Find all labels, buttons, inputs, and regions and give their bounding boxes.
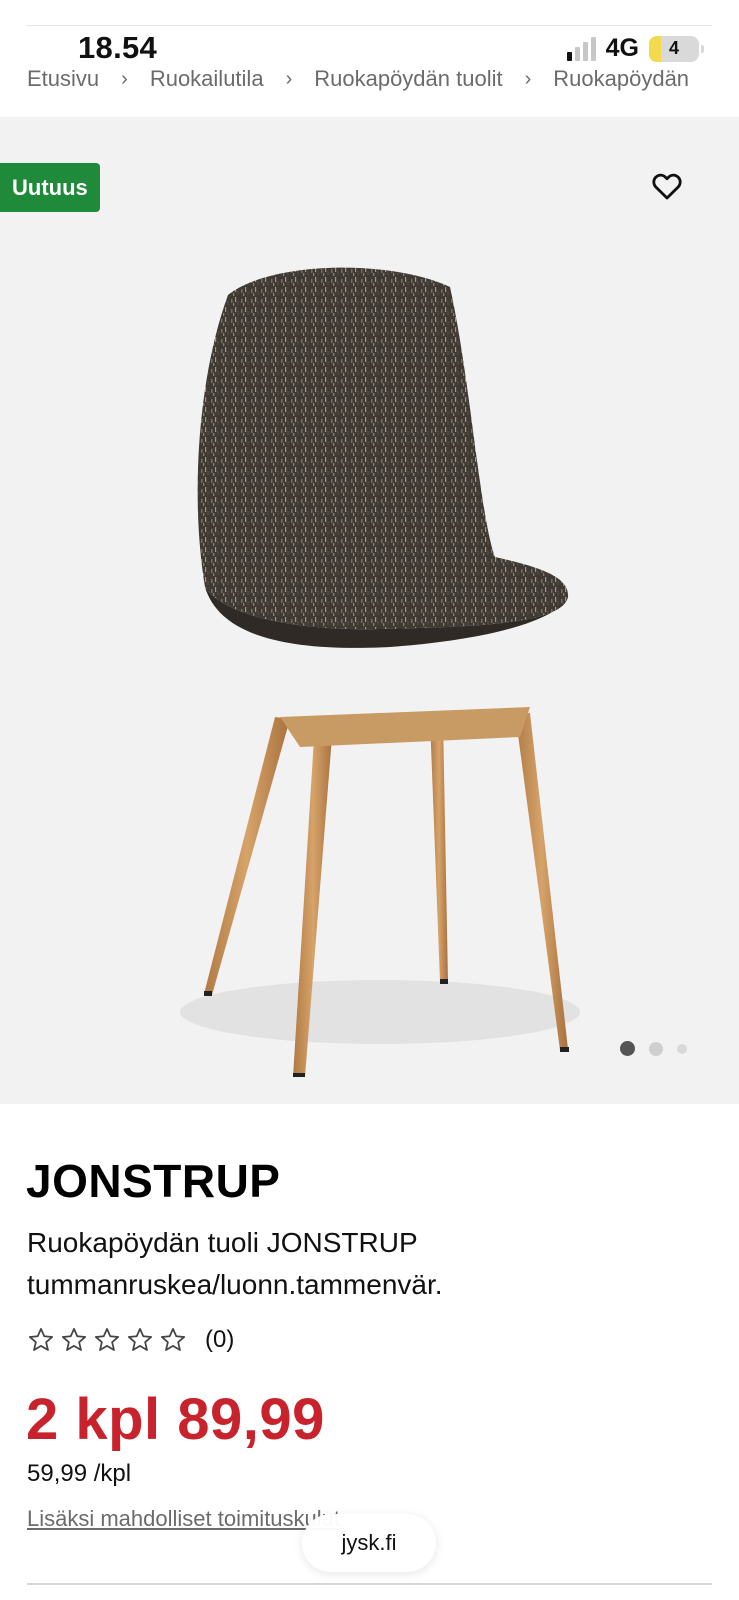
browser-url-bar[interactable]: jysk.fi: [302, 1514, 436, 1572]
star-outline-icon: [28, 1328, 54, 1351]
breadcrumb-item-ruokapoydan[interactable]: Ruokapöydän: [553, 66, 689, 92]
star-outline-icon: [61, 1328, 87, 1351]
status-time: 18.54: [78, 30, 158, 65]
breadcrumb-item-ruokailutila[interactable]: Ruokailutila: [150, 66, 264, 92]
gallery-dot-3[interactable]: [677, 1043, 687, 1054]
delivery-costs-link[interactable]: Lisäksi mahdolliset toimituskulut: [27, 1506, 340, 1532]
status-indicators: 4G 4: [566, 34, 704, 63]
breadcrumb-item-ruokapoydan-tuolit[interactable]: Ruokapöydän tuolit: [314, 66, 502, 92]
product-page: 18.54 4G 4 Etusivu › Ruokailutila › Ruok…: [0, 0, 739, 1600]
gallery-dot-2[interactable]: [649, 1041, 663, 1056]
product-description: Ruokapöydän tuoli JONSTRUP tummanruskea/…: [27, 1227, 443, 1300]
section-divider: [27, 1583, 712, 1585]
breadcrumb-separator-icon: ›: [121, 67, 128, 90]
rating-count: (0): [205, 1326, 235, 1353]
star-outline-icon: [160, 1328, 186, 1351]
star-outline-icon: [94, 1328, 120, 1351]
signal-icon: [566, 36, 596, 61]
network-label: 4G: [605, 34, 639, 62]
unit-price: 59,99 /kpl: [27, 1460, 132, 1487]
new-badge: Uutuus: [0, 163, 100, 212]
heart-outline-icon[interactable]: [650, 169, 684, 203]
gallery-dot-1[interactable]: [620, 1041, 635, 1056]
product-title: JONSTRUP: [26, 1155, 281, 1207]
breadcrumb: Etusivu › Ruokailutila › Ruokapöydän tuo…: [27, 64, 712, 94]
battery-level: 4: [668, 38, 679, 58]
breadcrumb-separator-icon: ›: [285, 67, 293, 90]
top-divider: [27, 25, 712, 26]
product-image-gallery[interactable]: Uutuus: [0, 117, 739, 1104]
product-rating[interactable]: (0): [27, 1326, 234, 1354]
rating-stars: [27, 1326, 187, 1354]
breadcrumb-separator-icon: ›: [524, 67, 532, 90]
product-price: 2 kpl 89,99: [26, 1387, 325, 1452]
gallery-pagination: [620, 1041, 687, 1056]
star-outline-icon: [127, 1328, 153, 1351]
breadcrumb-item-etusivu[interactable]: Etusivu: [27, 66, 99, 92]
product-image-chair: [180, 267, 580, 1077]
battery-icon: 4: [649, 35, 704, 62]
